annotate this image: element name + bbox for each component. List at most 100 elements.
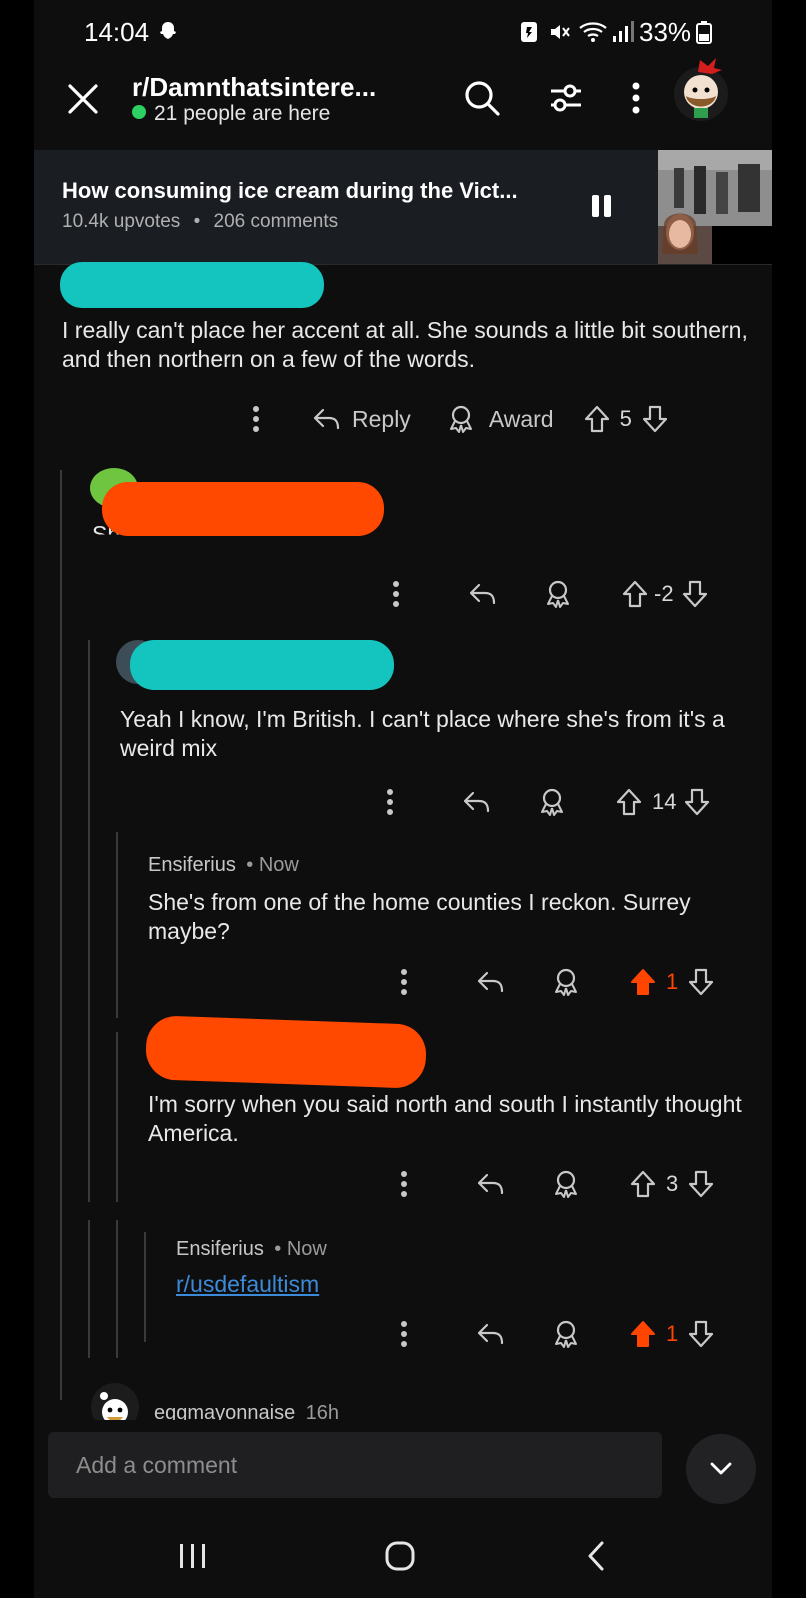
reply-label: Reply — [352, 405, 411, 432]
system-navigation-bar — [34, 1512, 772, 1598]
comment-time: • Now — [246, 854, 299, 876]
upvote-count: 10.4k upvotes — [62, 211, 181, 232]
downvote-icon[interactable] — [688, 1320, 714, 1348]
reply-icon[interactable] — [468, 581, 496, 607]
vote-score: 14 — [652, 789, 677, 814]
upvote-icon[interactable] — [584, 405, 610, 433]
add-comment-input[interactable]: Add a comment — [48, 1432, 662, 1498]
post-title[interactable]: How consuming ice cream during the Vict.… — [62, 178, 518, 204]
chevron-down-icon — [709, 1461, 733, 1477]
comment-body: I'm sorry when you said north and south … — [148, 1091, 742, 1146]
more-options-icon[interactable] — [400, 1320, 408, 1348]
redacted-username — [144, 1015, 428, 1089]
subreddit-link[interactable]: r/usdefaultism — [176, 1270, 319, 1299]
close-icon[interactable] — [66, 82, 100, 116]
video-thumbnail[interactable] — [658, 150, 772, 264]
thread-line[interactable] — [116, 1220, 118, 1358]
reply-icon[interactable] — [476, 969, 504, 995]
back-icon[interactable] — [586, 1540, 606, 1572]
comment-body: She's from one of the home counties I re… — [148, 889, 691, 944]
award-icon[interactable] — [538, 787, 566, 817]
thread-line[interactable] — [88, 640, 90, 1202]
more-options-icon[interactable] — [400, 968, 408, 996]
reddit-app-screen: 14:04 33% r/Damnthatsintere... 21 people… — [34, 0, 772, 1598]
comment-body: Yeah I know, I'm British. I can't place … — [120, 706, 725, 761]
username[interactable]: Ensiferius — [148, 854, 236, 876]
award-icon[interactable] — [552, 967, 580, 997]
upvote-icon-active[interactable] — [630, 968, 656, 996]
more-options-icon[interactable] — [400, 1170, 408, 1198]
redacted-username — [130, 640, 394, 690]
wifi-icon — [578, 20, 608, 44]
comment-count: 206 comments — [213, 211, 339, 232]
reply-button[interactable]: Reply — [312, 406, 411, 433]
thread-line[interactable] — [88, 1220, 90, 1358]
comment-header: Ensiferius • Now — [148, 854, 299, 877]
online-count: 21 people are here — [154, 102, 331, 125]
award-icon[interactable] — [552, 1319, 580, 1349]
award-icon[interactable] — [552, 1169, 580, 1199]
vote-score: 5 — [619, 406, 632, 431]
collapse-button[interactable] — [686, 1434, 756, 1504]
award-icon[interactable] — [544, 579, 572, 609]
subreddit-header: r/Damnthatsintere... 21 people are here — [34, 58, 772, 150]
award-label: Award — [488, 405, 554, 432]
reply-icon[interactable] — [476, 1321, 504, 1347]
post-stats: 10.4k upvotes • 206 comments — [62, 211, 338, 233]
downvote-icon[interactable] — [642, 405, 668, 433]
recent-apps-icon[interactable] — [178, 1542, 208, 1570]
reply-icon[interactable] — [476, 1171, 504, 1197]
snapchat-notification-icon — [156, 20, 180, 44]
pause-icon[interactable] — [590, 194, 614, 218]
thread-line[interactable] — [116, 1032, 118, 1202]
meta-separator: • — [193, 211, 201, 232]
vote-score: -2 — [654, 581, 674, 606]
downvote-icon[interactable] — [682, 580, 708, 608]
thread-line[interactable] — [144, 1232, 146, 1342]
comment-actions: 1 — [400, 962, 714, 1002]
downvote-icon[interactable] — [684, 788, 710, 816]
home-icon[interactable] — [384, 1540, 416, 1572]
online-dot-icon — [132, 105, 146, 120]
vote-score: 3 — [666, 1171, 679, 1196]
comment-body: I really can't place her accent at all. … — [62, 317, 748, 372]
upvote-icon[interactable] — [616, 788, 642, 816]
comment-actions: 1 — [400, 1314, 714, 1354]
comment-actions: -2 — [392, 574, 708, 614]
subreddit-name[interactable]: r/Damnthatsintere... — [132, 72, 376, 103]
comment-actions: Reply Award 5 — [252, 399, 668, 439]
user-avatar[interactable] — [670, 52, 732, 126]
battery-icon — [696, 20, 712, 44]
add-comment-placeholder: Add a comment — [76, 1452, 238, 1478]
downvote-icon[interactable] — [688, 1170, 714, 1198]
downvote-icon[interactable] — [688, 968, 714, 996]
comment-actions: 14 — [386, 782, 710, 822]
upvote-icon[interactable] — [622, 580, 648, 608]
more-options-icon[interactable] — [392, 580, 400, 608]
overflow-menu-icon[interactable] — [630, 80, 642, 116]
status-time: 14:04 — [84, 17, 150, 47]
upvote-icon[interactable] — [630, 1170, 656, 1198]
vote-score: 1 — [666, 969, 679, 994]
more-options-icon[interactable] — [386, 788, 394, 816]
online-indicator: 21 people are here — [132, 102, 330, 126]
thread-line[interactable] — [60, 470, 62, 1400]
thread-line[interactable] — [116, 832, 118, 1018]
signal-icon — [612, 20, 634, 44]
comment-time: • Now — [274, 1238, 327, 1260]
sort-filter-icon[interactable] — [548, 80, 584, 116]
upvote-icon-active[interactable] — [630, 1320, 656, 1348]
data-saver-icon — [520, 20, 538, 44]
reply-icon — [312, 406, 340, 432]
reply-icon[interactable] — [462, 789, 490, 815]
more-options-icon[interactable] — [252, 405, 260, 433]
award-button[interactable]: Award — [447, 404, 554, 434]
comment-actions: 3 — [400, 1164, 714, 1204]
redacted-username — [102, 482, 384, 536]
redacted-username — [60, 262, 324, 308]
username[interactable]: Ensiferius — [176, 1238, 264, 1260]
comment-header: Ensiferius • Now — [176, 1238, 327, 1261]
search-icon[interactable] — [462, 78, 502, 118]
post-summary-bar[interactable]: How consuming ice cream during the Vict.… — [34, 150, 772, 265]
status-bar: 14:04 33% — [34, 0, 772, 62]
